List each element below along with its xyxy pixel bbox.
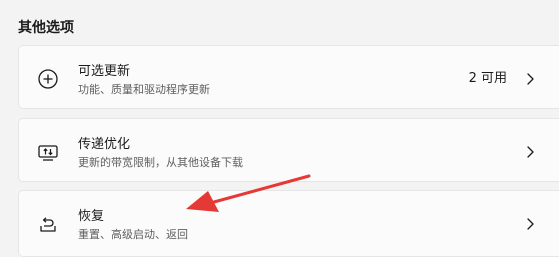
section-title: 其他选项 [18,20,74,36]
optional-updates-title: 可选更新 [78,64,131,79]
recovery-title: 恢复 [78,209,105,224]
optional-updates-item[interactable]: 可选更新 功能、质量和驱动程序更新 2 可用 [18,45,559,109]
chevron-right-icon [527,218,534,230]
optional-updates-subtitle: 功能、质量和驱动程序更新 [78,83,210,96]
plus-circle-icon [38,69,58,89]
delivery-optimization-title: 传递优化 [78,137,131,152]
chevron-right-icon [527,73,534,85]
chevron-right-icon [527,146,534,158]
recovery-icon [40,217,56,232]
delivery-optimization-icon [38,145,58,161]
optional-updates-count: 2 可用 [468,71,507,86]
delivery-optimization-subtitle: 更新的带宽限制，从其他设备下载 [78,156,243,169]
delivery-optimization-item[interactable]: 传递优化 更新的带宽限制，从其他设备下载 [18,118,559,182]
recovery-item[interactable]: 恢复 重置、高级启动、返回 [18,190,559,257]
recovery-subtitle: 重置、高级启动、返回 [78,228,188,241]
